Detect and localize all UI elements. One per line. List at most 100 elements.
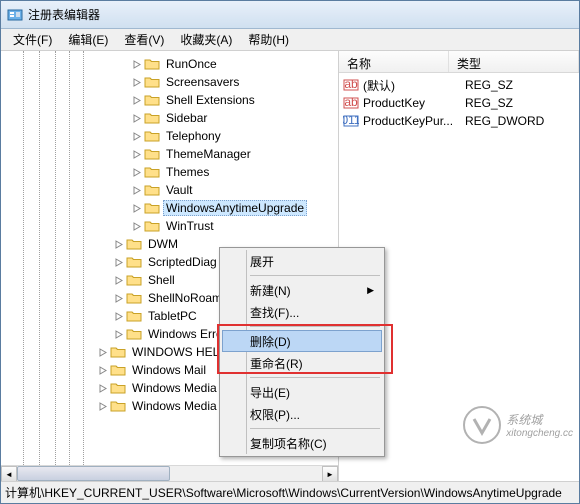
submenu-arrow-icon: ▶	[367, 285, 374, 296]
value-type-icon: ab	[343, 95, 359, 111]
expander-icon[interactable]	[131, 167, 142, 178]
tree-item-label: DWM	[145, 236, 181, 252]
expander-icon[interactable]	[113, 329, 124, 340]
folder-icon	[144, 111, 160, 125]
list-item[interactable]: ab ProductKeyREG_SZ	[339, 94, 579, 112]
expander-icon[interactable]	[113, 257, 124, 268]
tree-item[interactable]: WinTrust	[1, 217, 338, 235]
tree-item-label: WindowsAnytimeUpgrade	[163, 200, 307, 216]
scroll-track[interactable]	[17, 466, 322, 481]
tree-item[interactable]: ThemeManager	[1, 145, 338, 163]
value-type: REG_SZ	[465, 78, 575, 92]
value-name: ProductKey	[363, 96, 465, 110]
ctx-find[interactable]: 查找(F)...	[222, 301, 382, 323]
tree-hscrollbar[interactable]: ◄ ►	[1, 465, 338, 481]
folder-icon	[144, 147, 160, 161]
folder-icon	[126, 273, 142, 287]
tree-item-label: Telephony	[163, 128, 224, 144]
tree-item[interactable]: Vault	[1, 181, 338, 199]
tree-item-label: WinTrust	[163, 218, 217, 234]
registry-editor-window: 注册表编辑器 文件(F) 编辑(E) 查看(V) 收藏夹(A) 帮助(H) Ru…	[0, 0, 580, 504]
folder-icon	[144, 165, 160, 179]
column-name[interactable]: 名称	[339, 51, 449, 72]
expander-icon[interactable]	[97, 401, 108, 412]
expander-icon[interactable]	[131, 131, 142, 142]
column-type[interactable]: 类型	[449, 51, 579, 72]
expander-icon[interactable]	[131, 59, 142, 70]
svg-text:011: 011	[343, 113, 359, 127]
expander-icon[interactable]	[113, 239, 124, 250]
tree-item[interactable]: Themes	[1, 163, 338, 181]
expander-icon[interactable]	[131, 77, 142, 88]
value-type-icon: ab	[343, 77, 359, 93]
expander-icon[interactable]	[113, 275, 124, 286]
menu-view[interactable]: 查看(V)	[116, 28, 172, 51]
expander-icon[interactable]	[113, 311, 124, 322]
folder-icon	[144, 183, 160, 197]
tree-item[interactable]: RunOnce	[1, 55, 338, 73]
ctx-copykey[interactable]: 复制项名称(C)	[222, 432, 382, 454]
ctx-rename[interactable]: 重命名(R)	[222, 352, 382, 374]
menu-edit[interactable]: 编辑(E)	[60, 28, 116, 51]
folder-icon	[110, 345, 126, 359]
tree-item[interactable]: Shell Extensions	[1, 91, 338, 109]
scroll-thumb[interactable]	[17, 466, 170, 481]
menu-separator	[250, 428, 380, 429]
svg-text:ab: ab	[344, 77, 358, 91]
folder-icon	[126, 327, 142, 341]
expander-icon[interactable]	[97, 347, 108, 358]
folder-icon	[144, 57, 160, 71]
titlebar[interactable]: 注册表编辑器	[1, 1, 579, 29]
expander-icon[interactable]	[131, 185, 142, 196]
folder-icon	[110, 381, 126, 395]
menubar: 文件(F) 编辑(E) 查看(V) 收藏夹(A) 帮助(H)	[1, 29, 579, 51]
scroll-right-button[interactable]: ►	[322, 466, 338, 481]
menu-separator	[250, 377, 380, 378]
list-item[interactable]: ab (默认)REG_SZ	[339, 76, 579, 94]
expander-icon[interactable]	[97, 383, 108, 394]
expander-icon[interactable]	[131, 95, 142, 106]
value-type: REG_SZ	[465, 96, 575, 110]
app-icon	[7, 7, 23, 23]
window-title: 注册表编辑器	[28, 6, 100, 23]
tree-item-label: Windows Mail	[129, 362, 209, 378]
tree-item-label: TabletPC	[145, 308, 200, 324]
folder-icon	[126, 291, 142, 305]
tree-item[interactable]: Screensavers	[1, 73, 338, 91]
folder-icon	[144, 219, 160, 233]
expander-icon[interactable]	[131, 203, 142, 214]
menu-file[interactable]: 文件(F)	[5, 28, 60, 51]
value-name: (默认)	[363, 77, 465, 94]
expander-icon[interactable]	[131, 221, 142, 232]
content-area: RunOnce ScreensaversShell ExtensionsSideb…	[1, 51, 579, 481]
menu-separator	[250, 275, 380, 276]
value-type-icon: 011	[343, 113, 359, 129]
menu-favorites[interactable]: 收藏夹(A)	[172, 28, 240, 51]
list-item[interactable]: 011ProductKeyPur...REG_DWORD	[339, 112, 579, 130]
status-path: 计算机\HKEY_CURRENT_USER\Software\Microsoft…	[5, 484, 562, 501]
folder-icon	[144, 75, 160, 89]
menu-help[interactable]: 帮助(H)	[240, 28, 297, 51]
tree-item-label: ThemeManager	[163, 146, 254, 162]
expander-icon[interactable]	[97, 365, 108, 376]
tree-item-label: RunOnce	[163, 56, 220, 72]
expander-icon[interactable]	[113, 293, 124, 304]
ctx-permissions[interactable]: 权限(P)...	[222, 403, 382, 425]
watermark-url: xitongcheng.cc	[506, 428, 573, 439]
tree-item[interactable]: Telephony	[1, 127, 338, 145]
tree-item[interactable]: WindowsAnytimeUpgrade	[1, 199, 338, 217]
tree-item[interactable]: Sidebar	[1, 109, 338, 127]
ctx-export[interactable]: 导出(E)	[222, 381, 382, 403]
ctx-delete[interactable]: 删除(D)	[222, 330, 382, 352]
ctx-expand[interactable]: 展开	[222, 250, 382, 272]
expander-icon[interactable]	[131, 113, 142, 124]
menu-separator	[250, 326, 380, 327]
tree-item-label: WINDOWS HELP	[129, 344, 230, 360]
watermark: 系统城 xitongcheng.cc	[462, 405, 573, 445]
expander-icon[interactable]	[131, 149, 142, 160]
tree-item-label: Screensavers	[163, 74, 242, 90]
scroll-left-button[interactable]: ◄	[1, 466, 17, 481]
ctx-new[interactable]: 新建(N)▶	[222, 279, 382, 301]
folder-icon	[110, 399, 126, 413]
watermark-logo-icon	[462, 405, 502, 445]
